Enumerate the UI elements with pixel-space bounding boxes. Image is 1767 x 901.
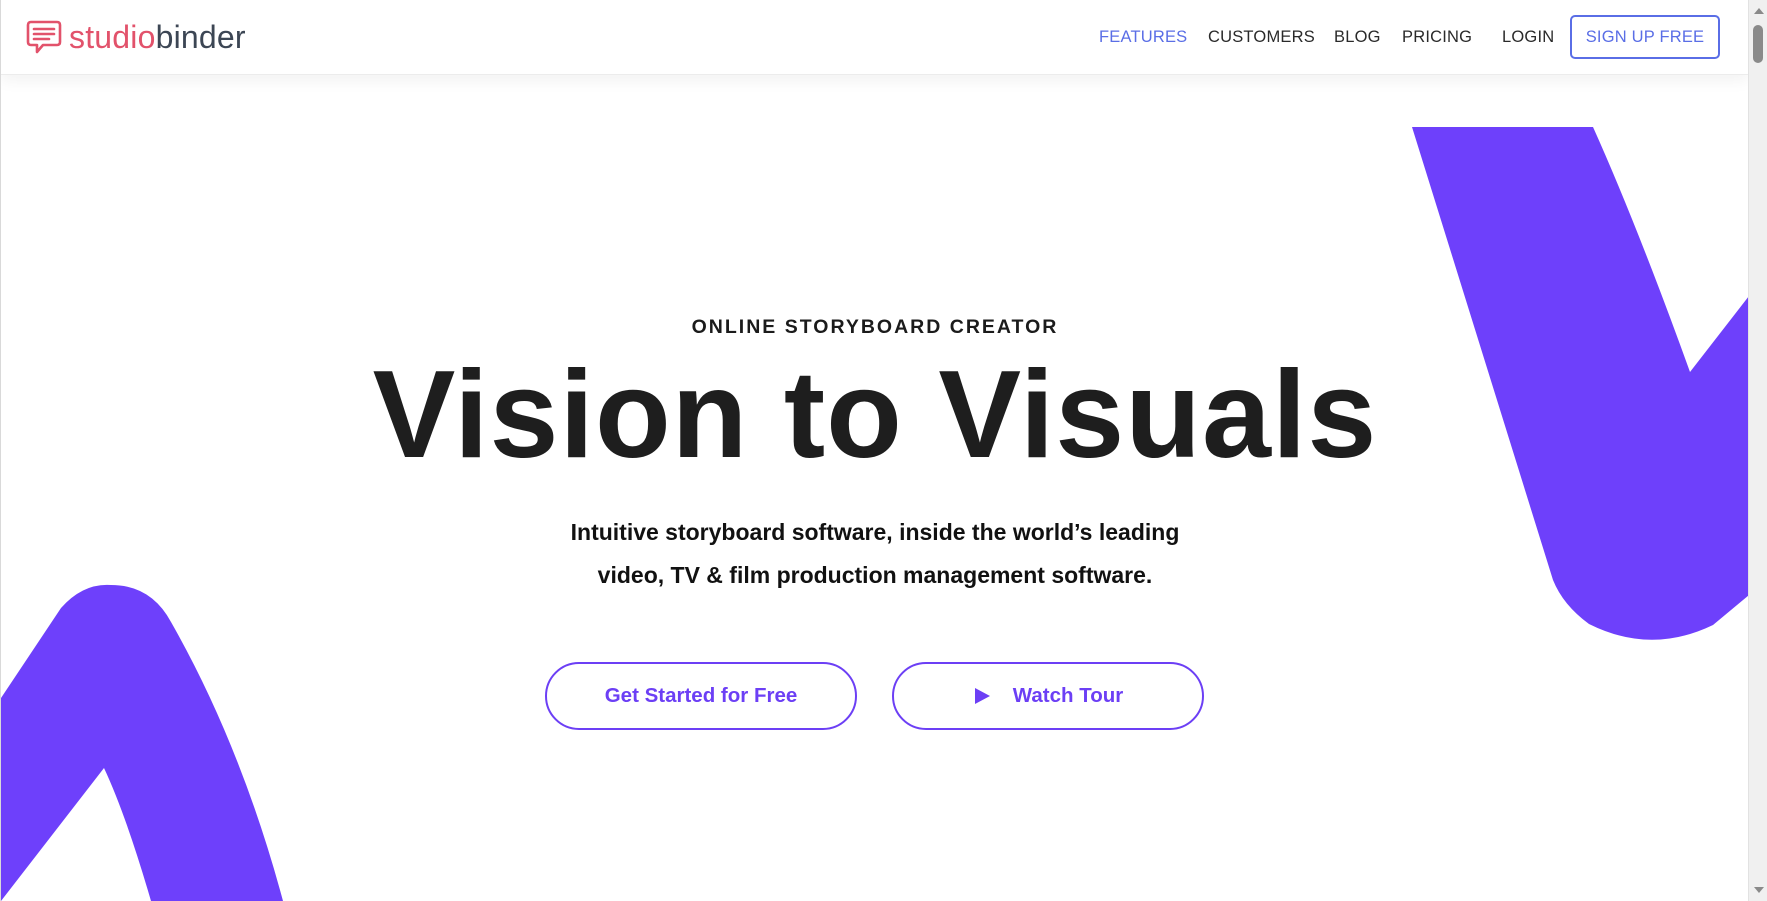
nav-pricing[interactable]: PRICING (1402, 0, 1472, 74)
hero-subtitle-line-1: Intuitive storyboard software, inside th… (570, 519, 1180, 545)
logo-text-binder: binder (155, 19, 246, 55)
watch-tour-button[interactable]: Watch Tour (892, 662, 1204, 730)
page-viewport: studiobinder FEATURES CUSTOMERS BLOG PRI… (0, 0, 1748, 901)
hero-headline: Vision to Visuals (372, 346, 1378, 484)
hero-section: ONLINE STORYBOARD CREATOR Vision to Visu… (1, 0, 1748, 901)
hero-subtitle-line-2: video, TV & film production management s… (597, 562, 1153, 588)
scroll-up-arrow-icon[interactable] (1749, 2, 1767, 19)
get-started-label: Get Started for Free (604, 684, 798, 707)
scroll-down-arrow-icon[interactable] (1749, 882, 1767, 899)
logo-text-studio: studio (69, 19, 156, 55)
play-icon (974, 688, 990, 704)
scrollbar-thumb[interactable] (1753, 25, 1763, 63)
vertical-scrollbar[interactable] (1748, 0, 1767, 901)
logo-wordmark: studiobinder (69, 18, 246, 56)
hero-eyebrow: ONLINE STORYBOARD CREATOR (691, 316, 1059, 338)
studiobinder-logo[interactable]: studiobinder (25, 18, 246, 56)
nav-login[interactable]: LOGIN (1502, 0, 1554, 74)
watch-tour-label: Watch Tour (1012, 684, 1124, 707)
get-started-button[interactable]: Get Started for Free (545, 662, 857, 730)
nav-features[interactable]: FEATURES (1099, 0, 1187, 74)
speech-bubble-icon (26, 20, 62, 54)
nav-customers[interactable]: CUSTOMERS (1208, 0, 1315, 74)
site-header: studiobinder FEATURES CUSTOMERS BLOG PRI… (1, 0, 1748, 75)
signup-button[interactable]: SIGN UP FREE (1570, 15, 1720, 59)
nav-blog[interactable]: BLOG (1334, 0, 1381, 74)
